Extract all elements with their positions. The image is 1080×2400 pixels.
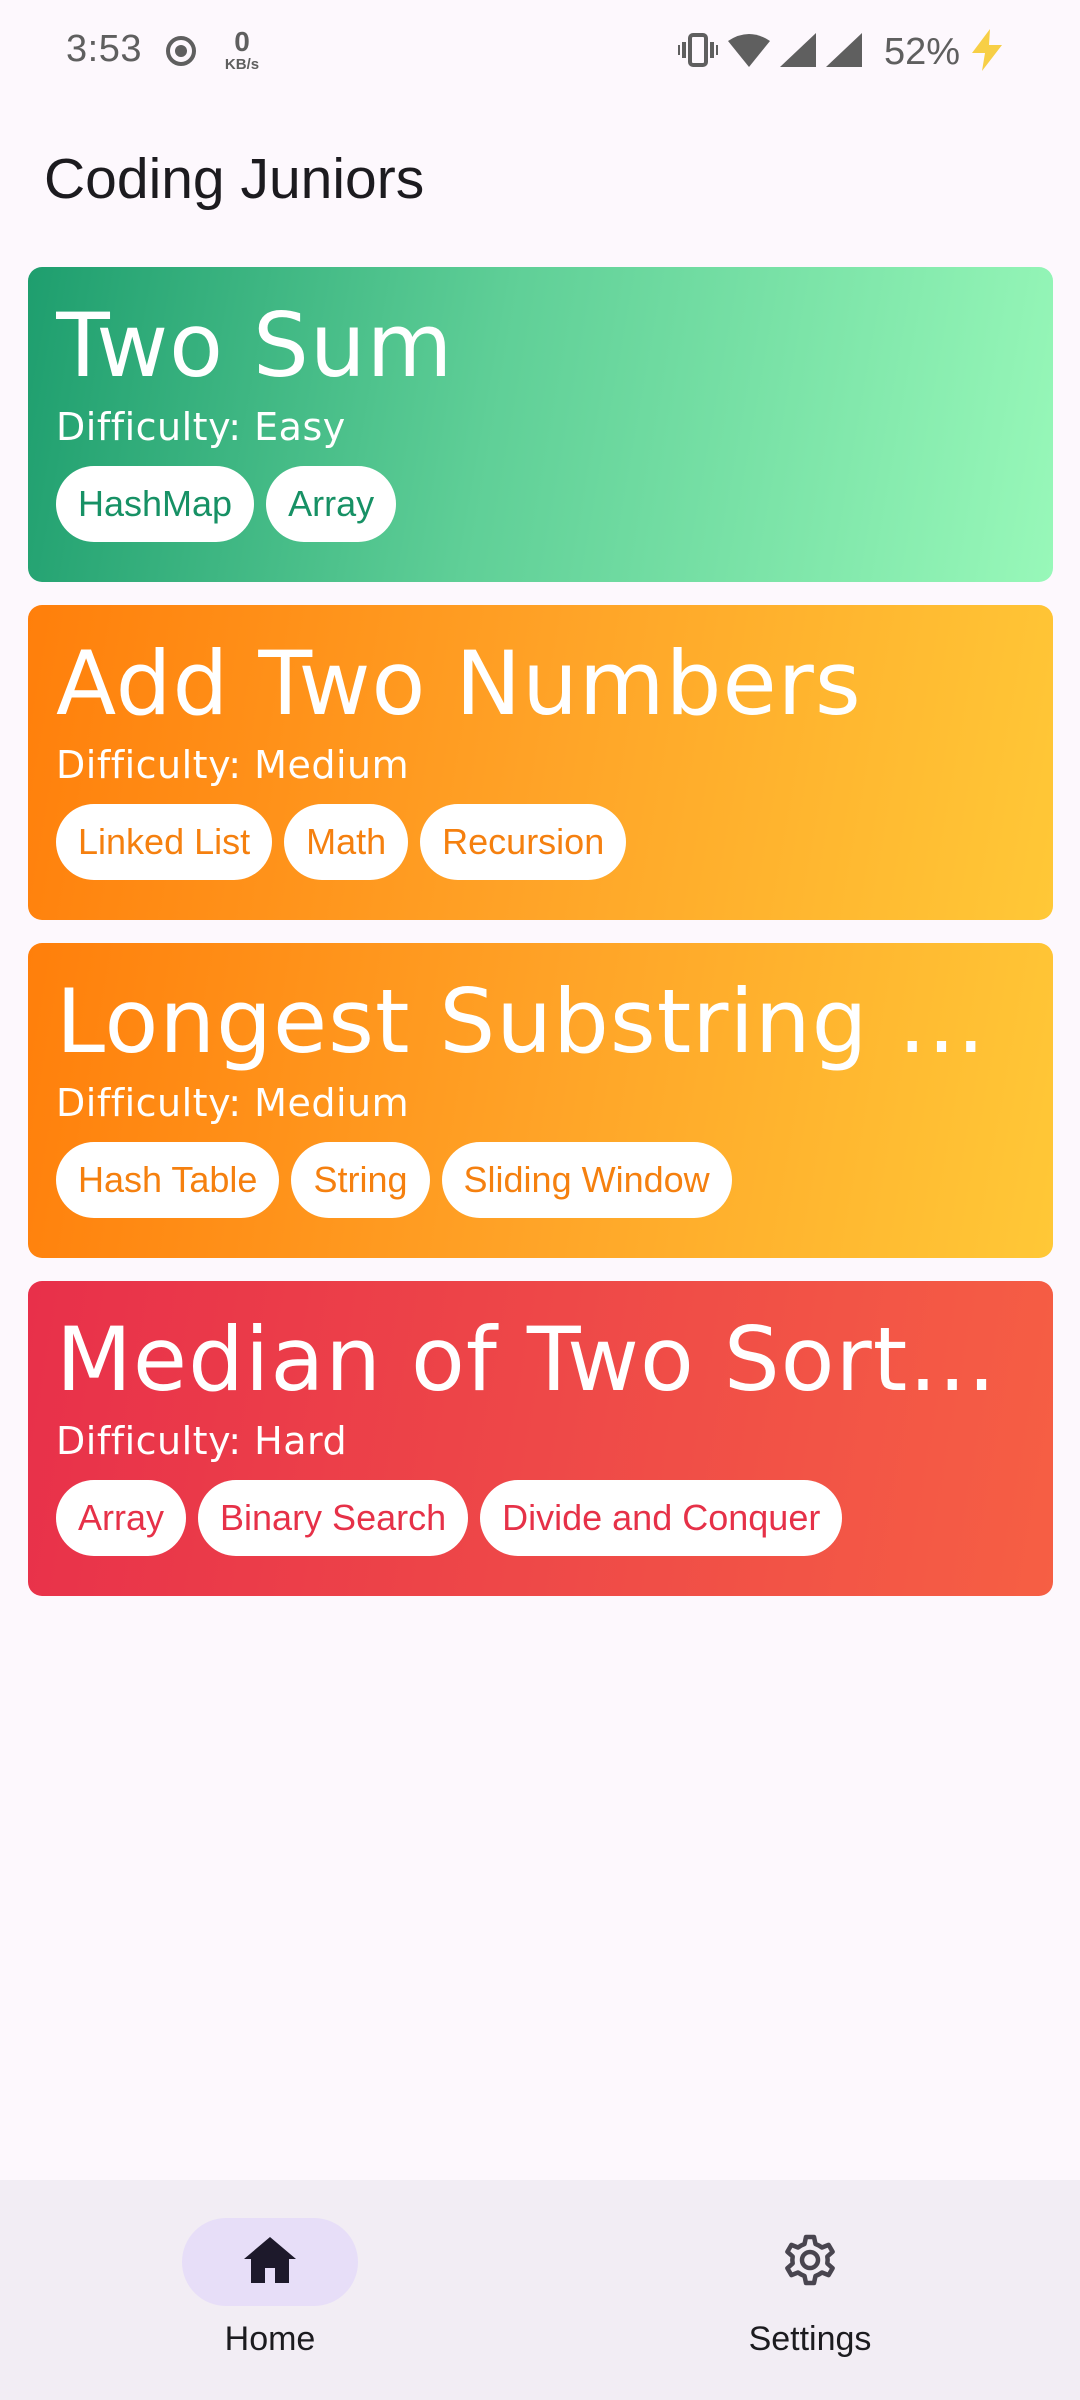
problem-title: Median of Two Sorted Arrays bbox=[56, 1308, 1025, 1411]
nav-item-home[interactable]: Home bbox=[120, 2218, 420, 2359]
problem-difficulty: Difficulty: Easy bbox=[56, 404, 346, 449]
tag-row: Linked List Math Recursion bbox=[56, 804, 1025, 881]
bottom-navigation: Home Settings bbox=[0, 2180, 1080, 2400]
tag-chip[interactable]: Linked List bbox=[56, 804, 273, 881]
data-speed-value: 0 bbox=[234, 26, 250, 57]
tag-chip[interactable]: Divide and Conquer bbox=[480, 1480, 843, 1557]
screen-record-icon bbox=[166, 36, 196, 66]
tag-chip[interactable]: Hash Table bbox=[56, 1142, 280, 1219]
signal-icon bbox=[779, 33, 816, 71]
signal-icon-2 bbox=[825, 33, 862, 71]
tag-chip[interactable]: Array bbox=[56, 1480, 187, 1557]
tag-row: Array Binary Search Divide and Conquer bbox=[56, 1480, 1025, 1557]
problem-card-median-two-sorted[interactable]: Median of Two Sorted Arrays Difficulty: … bbox=[28, 1281, 1053, 1596]
problem-card-add-two-numbers[interactable]: Add Two Numbers Difficulty: Medium Linke… bbox=[28, 605, 1053, 920]
status-icons: 52% bbox=[677, 22, 1004, 82]
nav-indicator[interactable] bbox=[722, 2218, 898, 2306]
tag-chip[interactable]: Sliding Window bbox=[441, 1142, 732, 1219]
tag-row: Hash Table String Sliding Window bbox=[56, 1142, 1025, 1219]
nav-label-settings[interactable]: Settings bbox=[749, 2320, 872, 2359]
problem-card-longest-substring[interactable]: Longest Substring Without Repeating Char… bbox=[28, 943, 1053, 1258]
wifi-icon bbox=[727, 33, 770, 71]
nav-item-settings[interactable]: Settings bbox=[660, 2218, 960, 2359]
charging-icon bbox=[970, 29, 1004, 75]
nav-label-home[interactable]: Home bbox=[225, 2320, 316, 2359]
problem-title: Add Two Numbers bbox=[56, 632, 862, 735]
tag-chip[interactable]: Binary Search bbox=[198, 1480, 469, 1557]
status-bar: 3:53 0 KB/s 52% bbox=[0, 0, 1080, 104]
nav-active-indicator[interactable] bbox=[182, 2218, 358, 2306]
data-speed-unit: KB/s bbox=[224, 56, 260, 73]
problem-list: Two Sum Difficulty: Easy HashMap Array A… bbox=[28, 267, 1053, 1619]
tag-row: HashMap Array bbox=[56, 466, 1025, 543]
problem-title: Longest Substring Without Repeating Char… bbox=[56, 970, 1025, 1073]
problem-difficulty: Difficulty: Medium bbox=[56, 1080, 410, 1125]
tag-chip[interactable]: String bbox=[291, 1142, 430, 1219]
problem-difficulty: Difficulty: Hard bbox=[56, 1418, 348, 1463]
tag-chip[interactable]: Math bbox=[284, 804, 409, 881]
problem-card-two-sum[interactable]: Two Sum Difficulty: Easy HashMap Array bbox=[28, 267, 1053, 582]
status-time: 3:53 bbox=[66, 28, 142, 70]
tag-chip[interactable]: HashMap bbox=[56, 466, 255, 543]
battery-percentage: 52% bbox=[883, 30, 960, 73]
tag-chip[interactable]: Recursion bbox=[420, 804, 627, 881]
vibrate-icon bbox=[677, 32, 718, 72]
gear-icon[interactable] bbox=[782, 2232, 838, 2292]
tag-chip[interactable]: Array bbox=[266, 466, 397, 543]
problem-title: Two Sum bbox=[56, 294, 454, 397]
home-icon[interactable] bbox=[244, 2237, 296, 2287]
problem-difficulty: Difficulty: Medium bbox=[56, 742, 410, 787]
data-speed-indicator: 0 KB/s bbox=[218, 26, 266, 73]
app-title: Coding Juniors bbox=[44, 147, 425, 211]
